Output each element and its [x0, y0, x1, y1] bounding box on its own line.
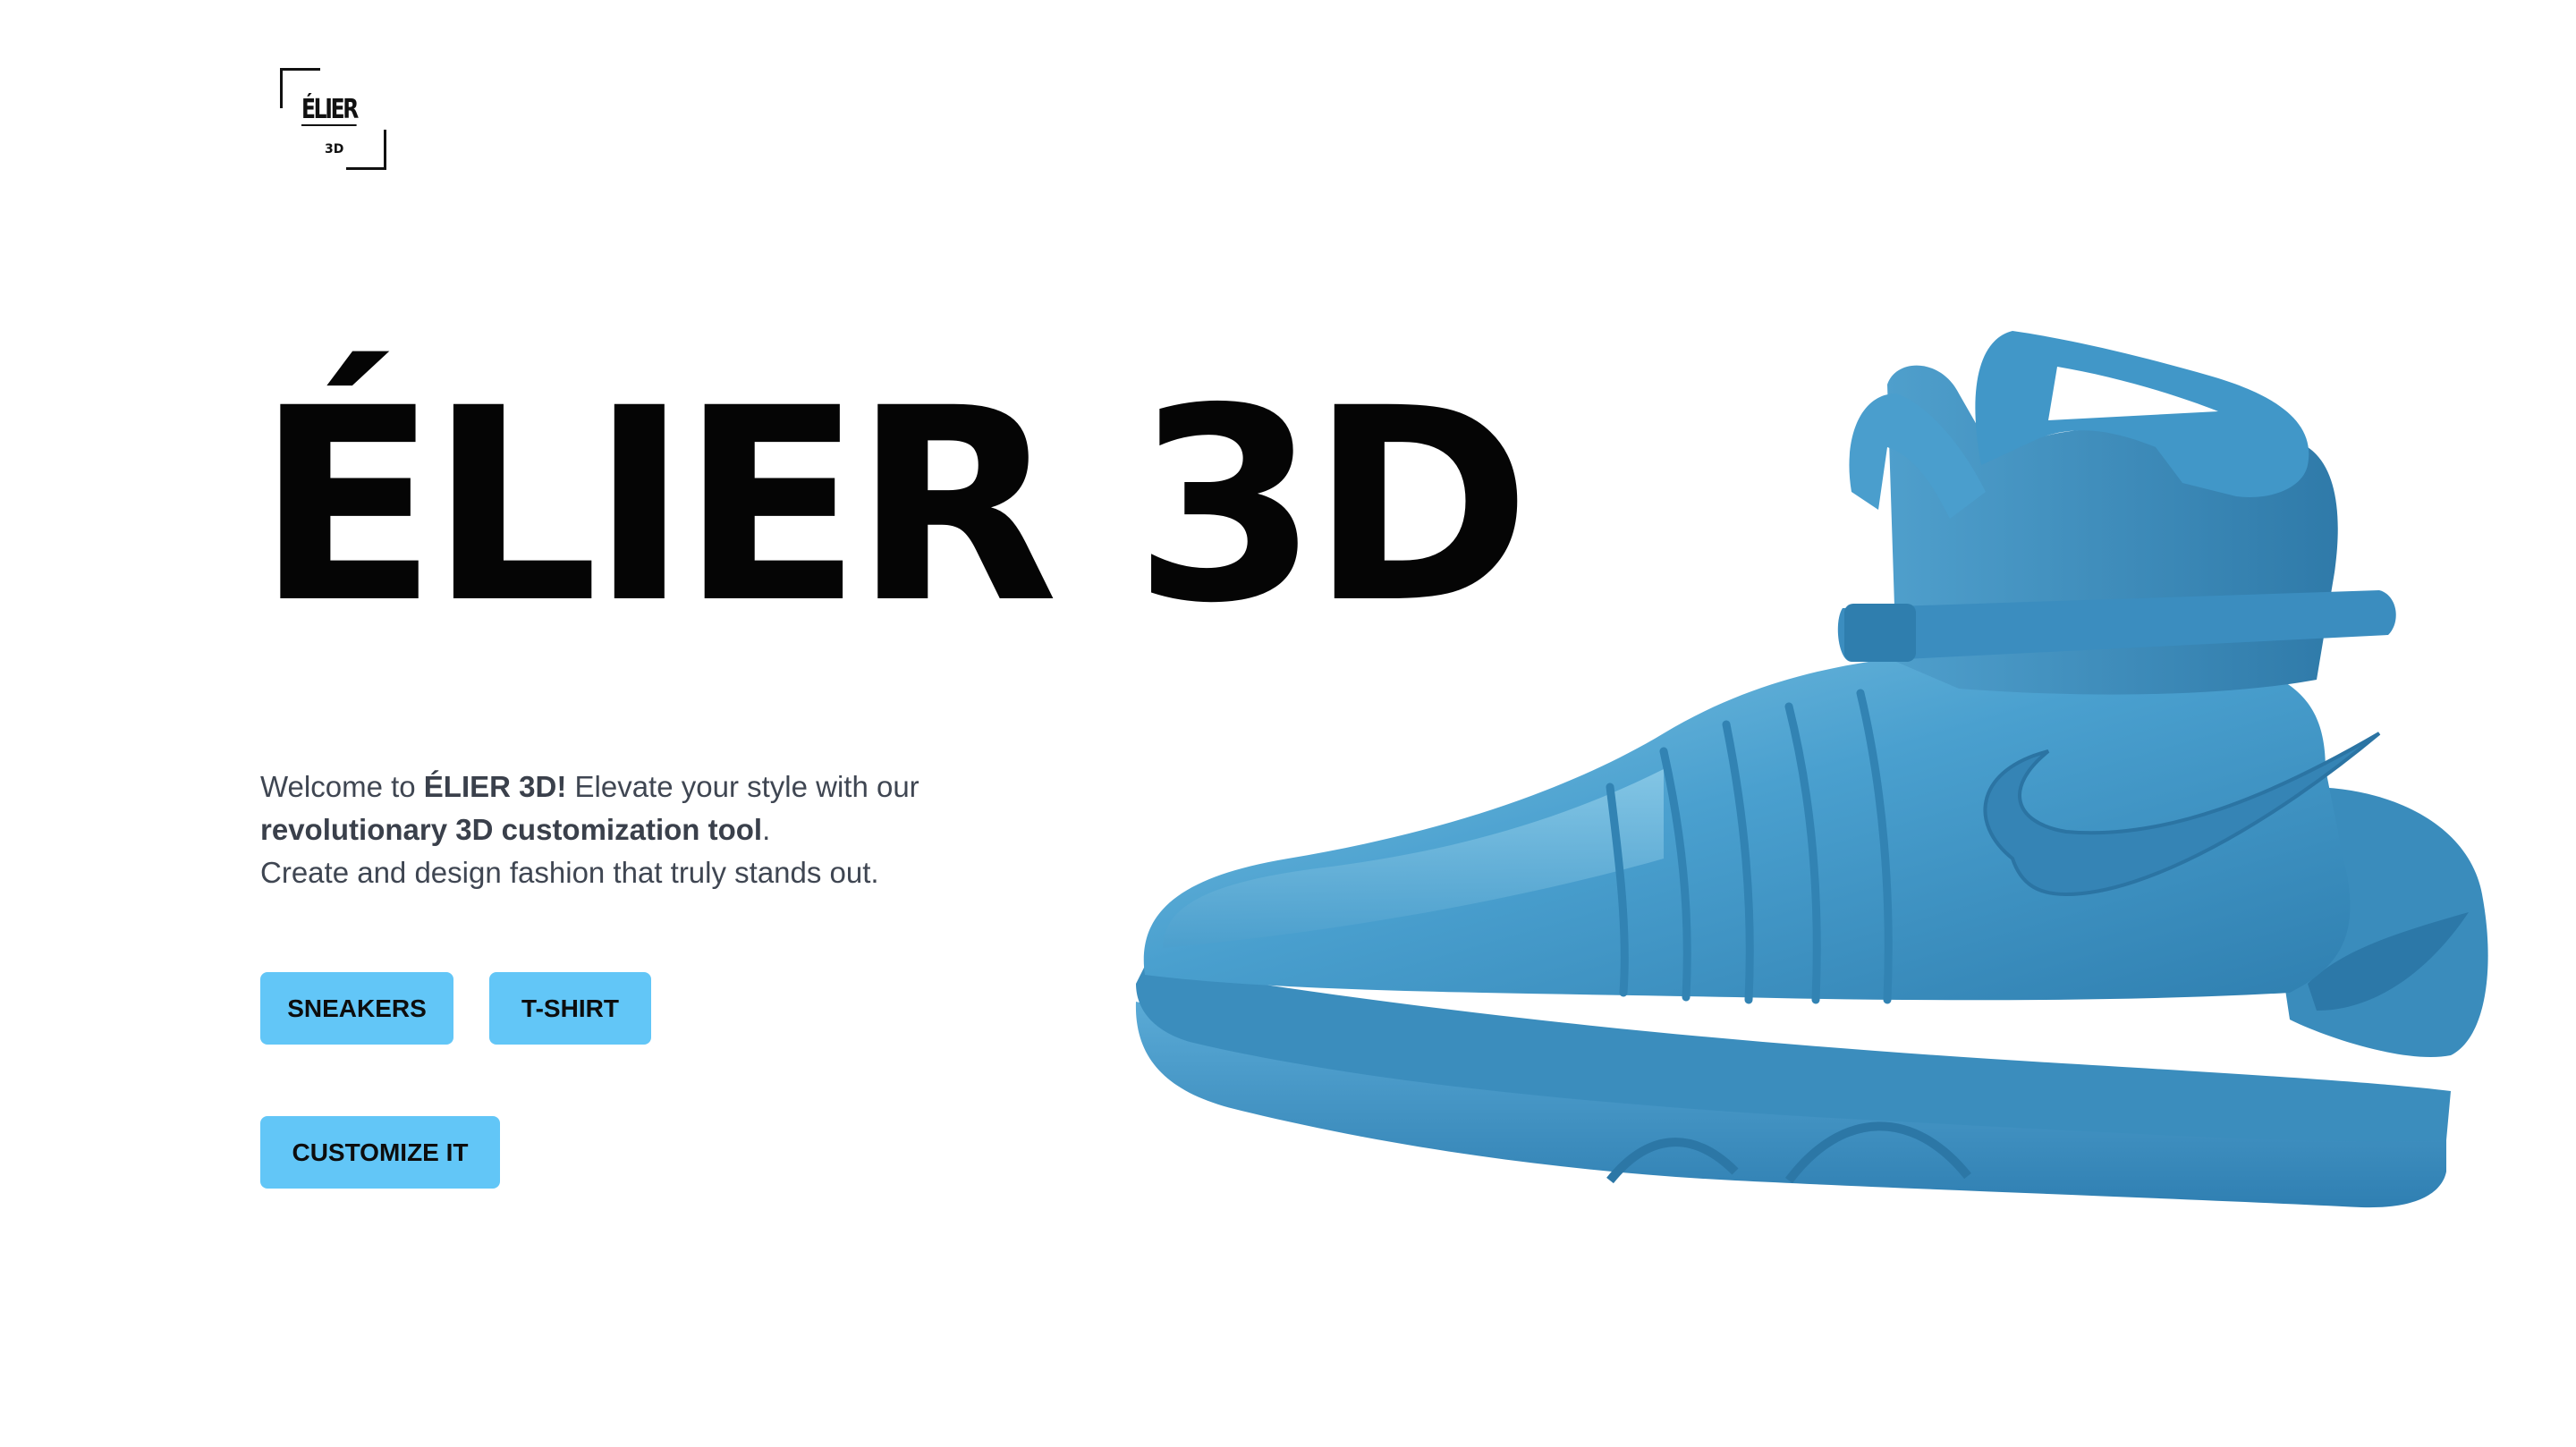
- sneaker-3d-model[interactable]: [1109, 286, 2504, 1234]
- intro-text: Welcome to ÉLIER 3D! Elevate your style …: [260, 766, 1065, 894]
- intro-line1-prefix: Welcome to: [260, 770, 424, 803]
- strap-buckle: [1844, 604, 1916, 662]
- intro-line1-suffix: Elevate your style with our: [566, 770, 919, 803]
- brand-logo[interactable]: ÉLIER 3D: [280, 68, 386, 170]
- logo-corner-bottom-right: [346, 130, 386, 170]
- sneakers-button[interactable]: SNEAKERS: [260, 972, 453, 1045]
- logo-subtitle: 3D: [325, 142, 344, 157]
- intro-line2-suffix: .: [762, 813, 771, 846]
- logo-wordmark: ÉLIER: [301, 94, 359, 126]
- landing-page: ÉLIER 3D ÉLIER 3D Welcome to ÉLIER 3D! E…: [0, 0, 2576, 1447]
- intro-tool-highlight: revolutionary 3D customization tool: [260, 813, 763, 846]
- intro-line3: Create and design fashion that truly sta…: [260, 856, 879, 889]
- customize-button[interactable]: CUSTOMIZE IT: [260, 1116, 500, 1189]
- tshirt-button[interactable]: T-SHIRT: [489, 972, 651, 1045]
- intro-brand-name: ÉLIER 3D!: [423, 770, 567, 803]
